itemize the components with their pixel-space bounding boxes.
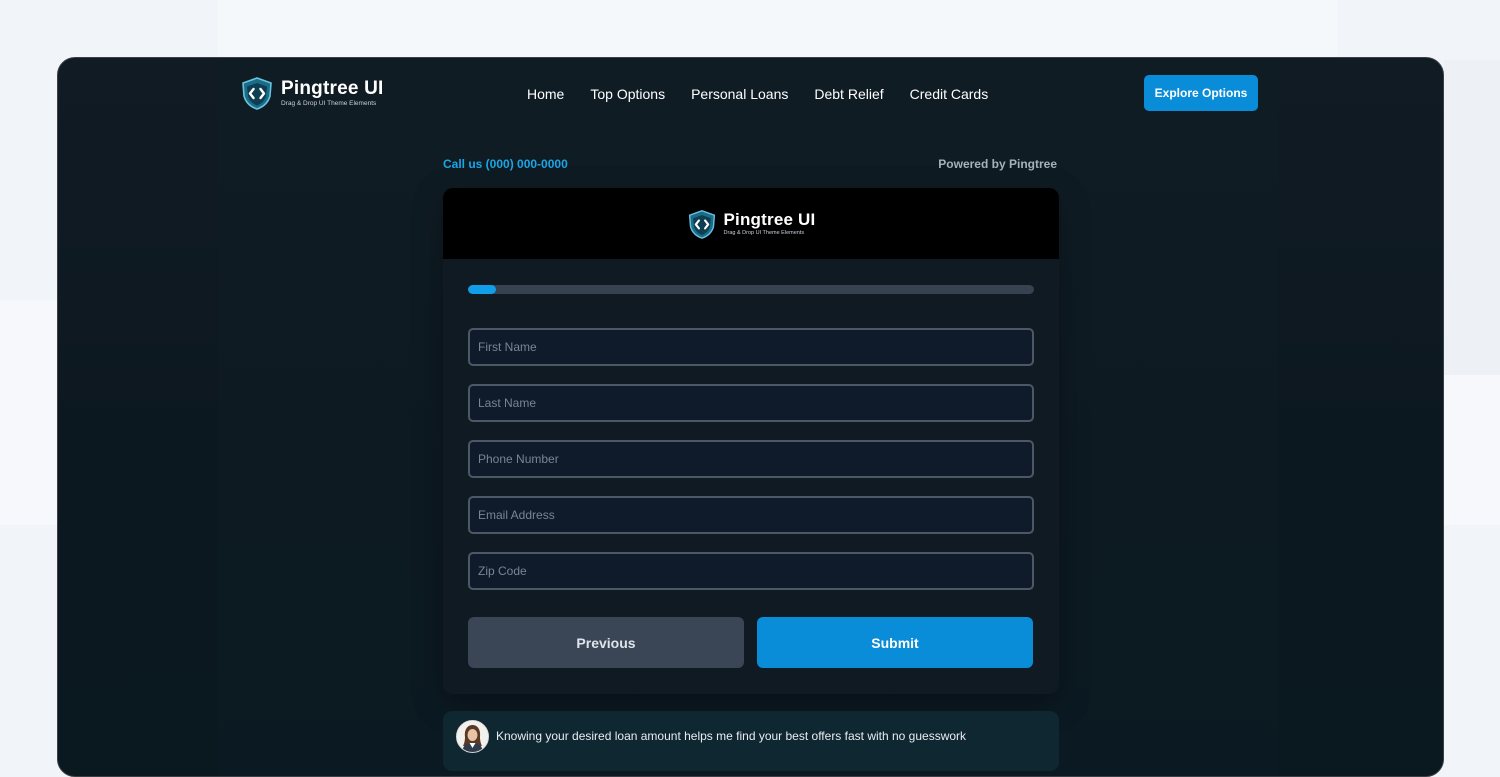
card-logo: Pingtree UI Drag & Drop UI Theme Element… [687, 209, 816, 239]
zip-code-field[interactable] [468, 552, 1034, 590]
explore-options-button[interactable]: Explore Options [1144, 75, 1258, 111]
main-nav: Home Top Options Personal Loans Debt Rel… [527, 86, 988, 102]
brand-logo[interactable]: Pingtree UI Drag & Drop UI Theme Element… [240, 76, 384, 110]
card-brand-name: Pingtree UI [723, 209, 816, 229]
code-shield-icon [688, 209, 715, 239]
last-name-field[interactable] [468, 384, 1034, 422]
form-progress-bar [468, 285, 1034, 294]
card-brand-tagline: Drag & Drop UI Theme Elements [723, 229, 805, 236]
submit-button[interactable]: Submit [757, 617, 1033, 668]
phone-number-field[interactable] [468, 440, 1034, 478]
brand-name: Pingtree UI [281, 77, 384, 99]
email-address-field[interactable] [468, 496, 1034, 534]
first-name-field[interactable] [468, 328, 1034, 366]
brand-tagline: Drag & Drop UI Theme Elements [281, 99, 377, 107]
lead-form-card: Pingtree UI Drag & Drop UI Theme Element… [443, 188, 1059, 694]
call-us-link[interactable]: Call us (000) 000-0000 [443, 157, 568, 171]
powered-by-text: Powered by Pingtree [938, 157, 1057, 171]
nav-link-credit-cards[interactable]: Credit Cards [910, 86, 989, 102]
previous-button[interactable]: Previous [468, 617, 744, 668]
person-icon [457, 721, 488, 752]
code-shield-icon [242, 77, 272, 110]
form-progress-fill [468, 285, 497, 294]
nav-link-home[interactable]: Home [527, 86, 564, 102]
app-window: Pingtree UI Drag & Drop UI Theme Element… [57, 57, 1444, 777]
nav-link-personal-loans[interactable]: Personal Loans [691, 86, 788, 102]
advisor-hint: Knowing your desired loan amount helps m… [443, 711, 1059, 771]
nav-link-top-options[interactable]: Top Options [590, 86, 665, 102]
advisor-avatar [456, 720, 489, 753]
nav-link-debt-relief[interactable]: Debt Relief [814, 86, 883, 102]
hint-text: Knowing your desired loan amount helps m… [496, 729, 967, 743]
card-header: Pingtree UI Drag & Drop UI Theme Element… [443, 188, 1059, 259]
